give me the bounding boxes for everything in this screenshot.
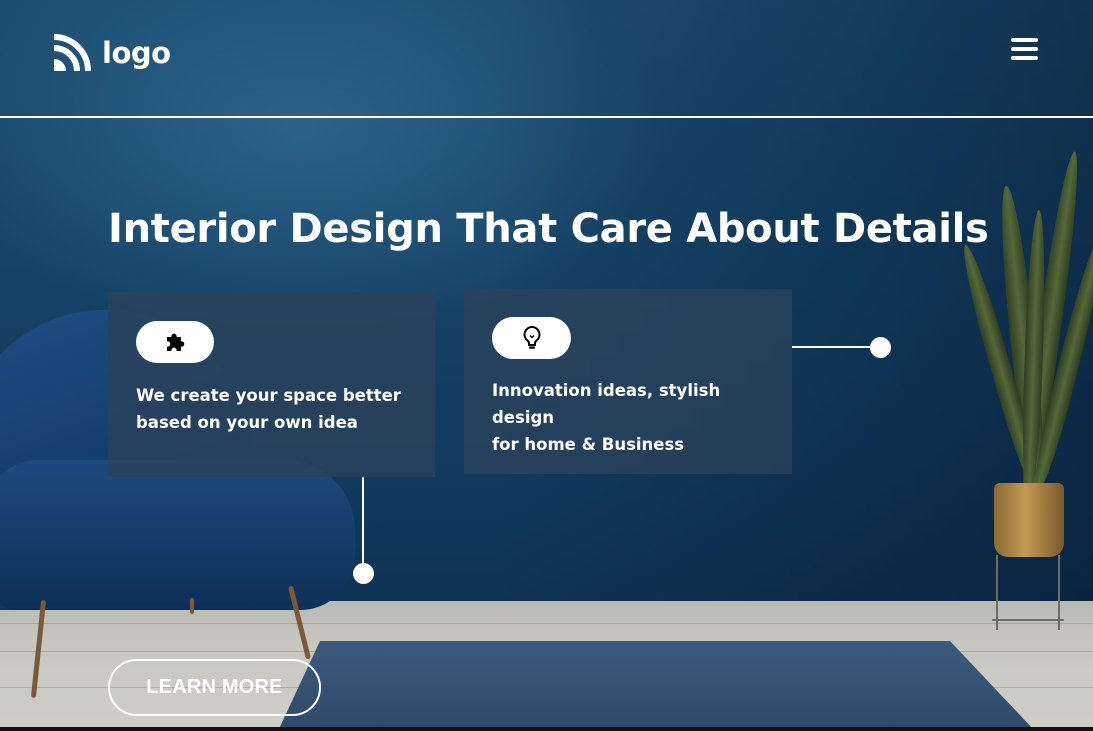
logo-text: logo: [102, 36, 171, 70]
feature-card-text: Innovation ideas, stylish design for hom…: [492, 377, 752, 458]
learn-more-button[interactable]: LEARN MORE: [108, 659, 321, 716]
plant-stand-ring: [992, 619, 1064, 621]
feature-card-text: We create your space better based on you…: [136, 386, 401, 432]
feature-card-line: Innovation ideas, stylish: [492, 381, 721, 400]
logo[interactable]: logo: [52, 33, 171, 73]
feature-icon-pill: [492, 317, 571, 359]
hamburger-menu-icon[interactable]: [1011, 36, 1041, 62]
hotspot-connector-line: [362, 477, 364, 573]
header-divider: [0, 116, 1093, 118]
puzzle-piece-icon: [167, 333, 185, 351]
signal-arcs-icon: [53, 34, 91, 72]
armchair-leg: [190, 598, 194, 614]
hotspot-dot[interactable]: [870, 337, 891, 358]
bottom-edge: [0, 727, 1093, 731]
feature-card-line: for home & Business: [492, 435, 685, 454]
hotspot-dot[interactable]: [353, 563, 374, 584]
floor-plank-line: [0, 623, 1093, 624]
armchair-seat: [0, 460, 355, 610]
feature-card-create: We create your space better based on you…: [108, 292, 435, 477]
feature-card-innovation: Innovation ideas, stylish design for hom…: [464, 289, 792, 474]
hero-title: Interior Design That Care About Details: [108, 206, 989, 252]
plant-pot: [994, 483, 1064, 557]
feature-card-line: design: [492, 408, 555, 427]
lightbulb-icon: [523, 325, 540, 349]
feature-icon-pill: [136, 321, 214, 363]
hotspot-connector-line: [792, 346, 872, 348]
